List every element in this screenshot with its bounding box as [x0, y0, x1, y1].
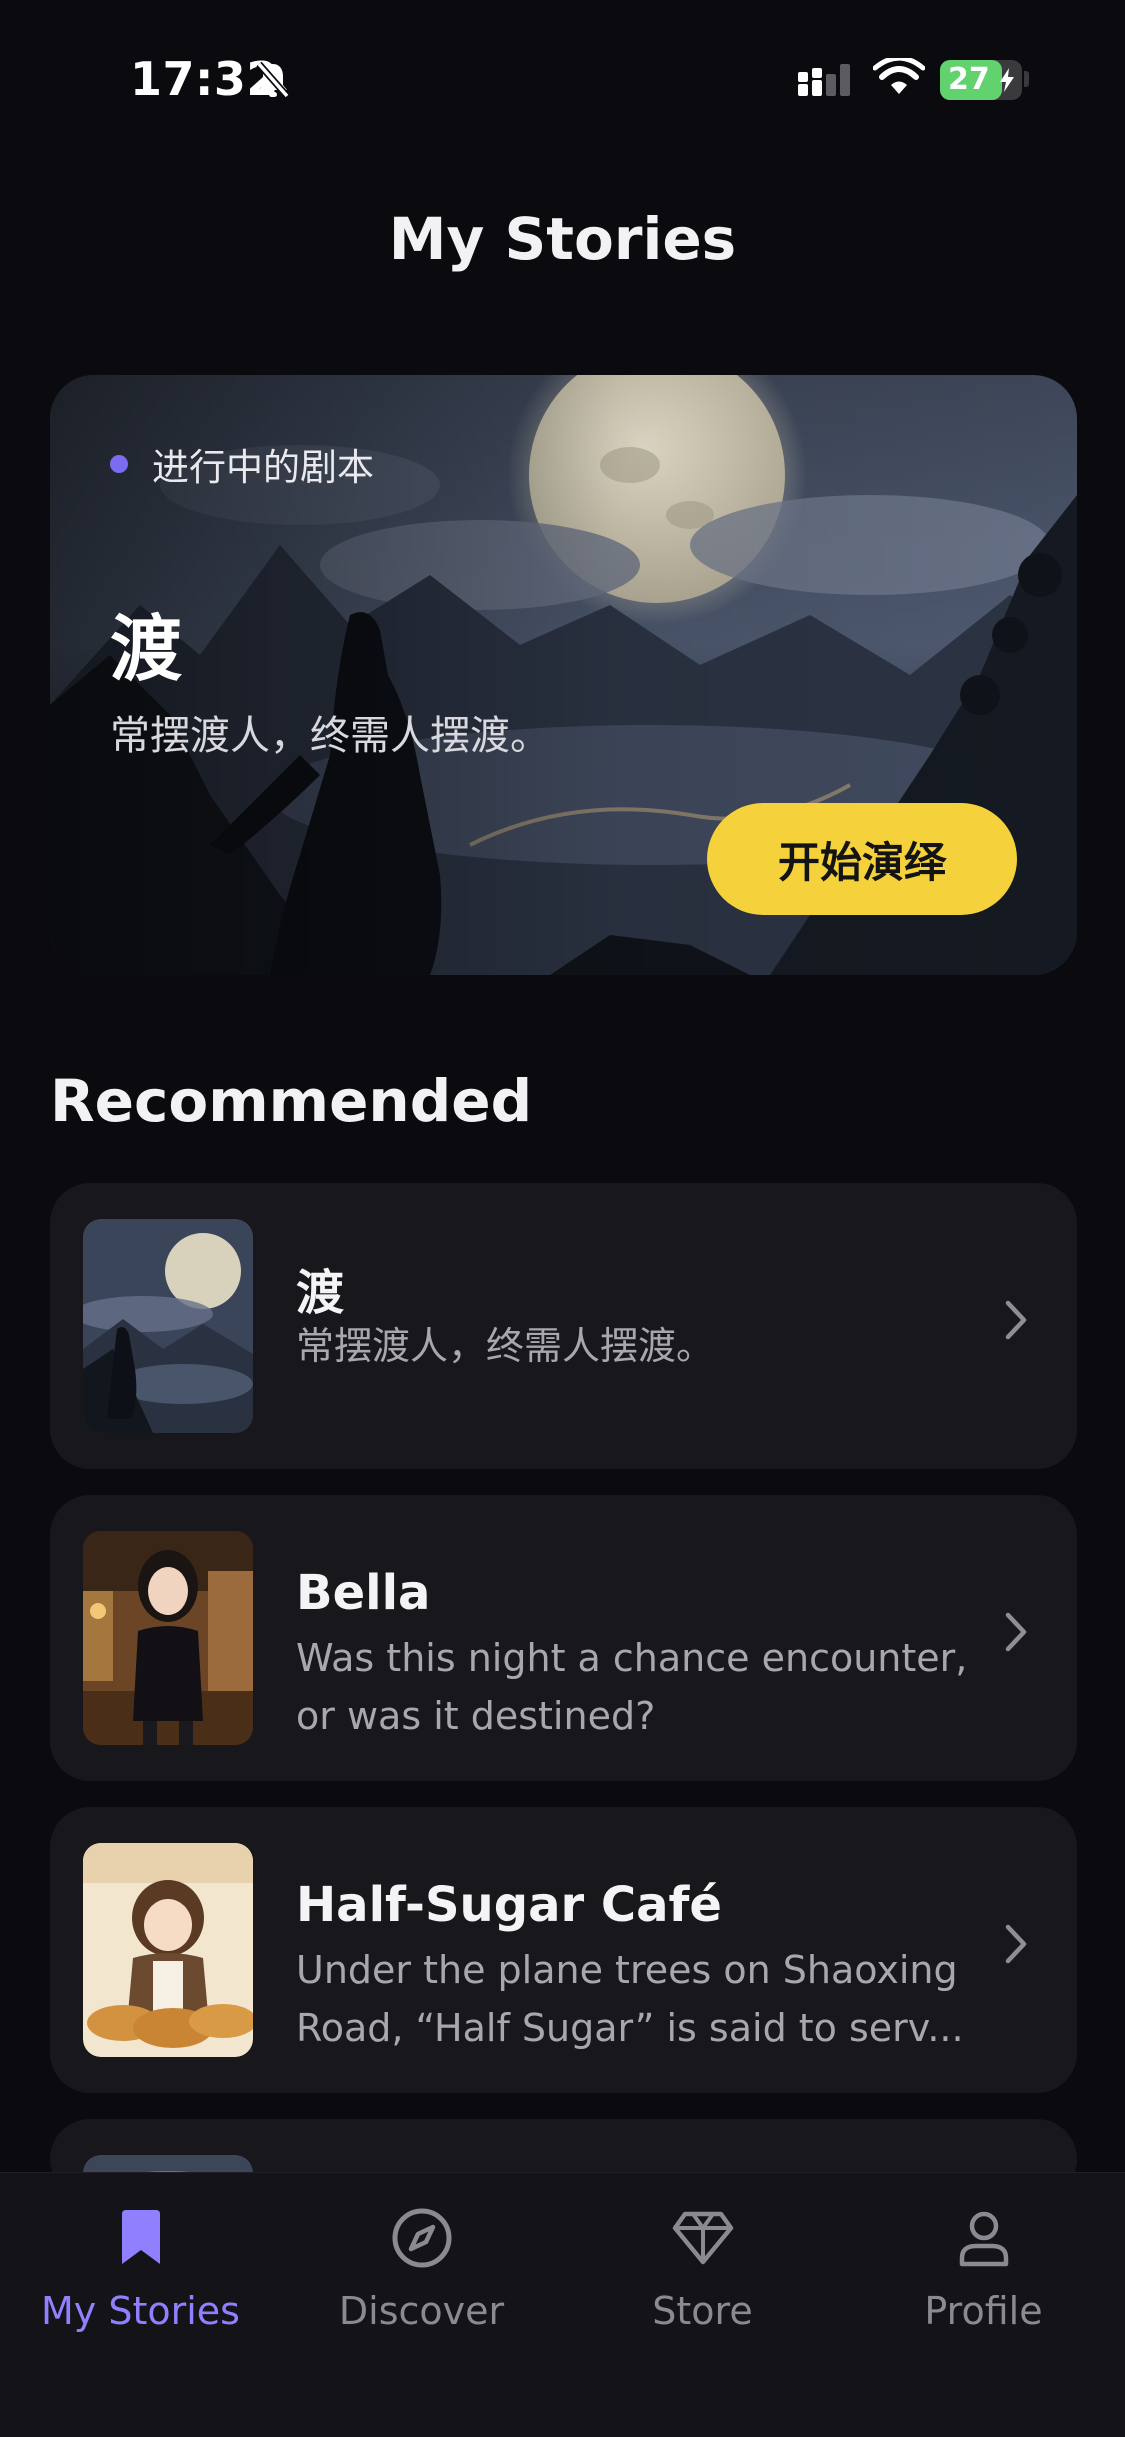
- story-thumbnail: [83, 1843, 253, 2057]
- tab-label: Store: [652, 2289, 753, 2333]
- diamond-icon: [672, 2211, 733, 2265]
- story-card-bella[interactable]: Bella Was this night a chance encounter,…: [50, 1495, 1077, 1781]
- battery-icon: 27: [940, 60, 1022, 100]
- bookmark-icon: [121, 2210, 160, 2264]
- story-title: Bella: [296, 1565, 431, 1621]
- page-title: My Stories: [388, 205, 737, 273]
- hero-subtitle: 常摆渡人，终需人摆渡。: [110, 713, 550, 759]
- story-title: 渡: [296, 1265, 345, 1321]
- hero-tag-label: 进行中的剧本: [152, 446, 374, 489]
- tab-discover[interactable]: Discover: [281, 2203, 562, 2343]
- recommended-heading: Recommended: [50, 1067, 533, 1135]
- tab-store[interactable]: Store: [562, 2203, 843, 2343]
- cellular-signal-icon: [798, 64, 850, 96]
- story-description: Under the plane trees on Shaoxing Road, …: [296, 1948, 964, 2050]
- tab-label: Profile: [924, 2289, 1043, 2333]
- person-icon: [959, 2211, 1008, 2267]
- story-card-half-sugar-cafe[interactable]: Half-Sugar Café Under the plane trees on…: [50, 1807, 1077, 2093]
- tab-label: My Stories: [41, 2289, 240, 2333]
- tab-label: Discover: [338, 2289, 505, 2333]
- bottom-tab-bar: My Stories Discover Store Profile: [0, 2172, 1125, 2437]
- story-title: Half-Sugar Café: [296, 1877, 722, 1933]
- story-description: Was this night a chance encounter, or wa…: [296, 1636, 968, 1738]
- status-bar: 17:32 27: [0, 0, 1125, 160]
- compass-icon: [392, 2208, 451, 2268]
- story-card-du[interactable]: 渡 常摆渡人，终需人摆渡。: [50, 1183, 1077, 1469]
- story-thumbnail: [83, 1531, 253, 1745]
- story-thumbnail: [83, 1219, 253, 1433]
- story-description: 常摆渡人，终需人摆渡。: [296, 1324, 715, 1368]
- status-dot: [110, 455, 128, 473]
- tab-profile[interactable]: Profile: [843, 2203, 1124, 2343]
- tab-my-stories[interactable]: My Stories: [0, 2203, 281, 2343]
- hero-title: 渡: [110, 607, 183, 691]
- bell-muted-icon: [256, 61, 290, 99]
- chevron-right-icon: [1005, 1300, 1027, 1340]
- wifi-icon: [873, 58, 925, 94]
- battery-percent: 27: [948, 62, 990, 97]
- battery-cap: [1024, 71, 1029, 87]
- chevron-right-icon: [1005, 1924, 1027, 1964]
- charging-bolt-icon: [1000, 68, 1014, 92]
- chevron-right-icon: [1005, 1612, 1027, 1652]
- start-performance-button[interactable]: 开始演绎: [707, 803, 1017, 915]
- hero-status-tag: 进行中的剧本: [110, 437, 374, 491]
- current-story-card[interactable]: 进行中的剧本 渡 常摆渡人，终需人摆渡。 开始演绎: [50, 375, 1077, 975]
